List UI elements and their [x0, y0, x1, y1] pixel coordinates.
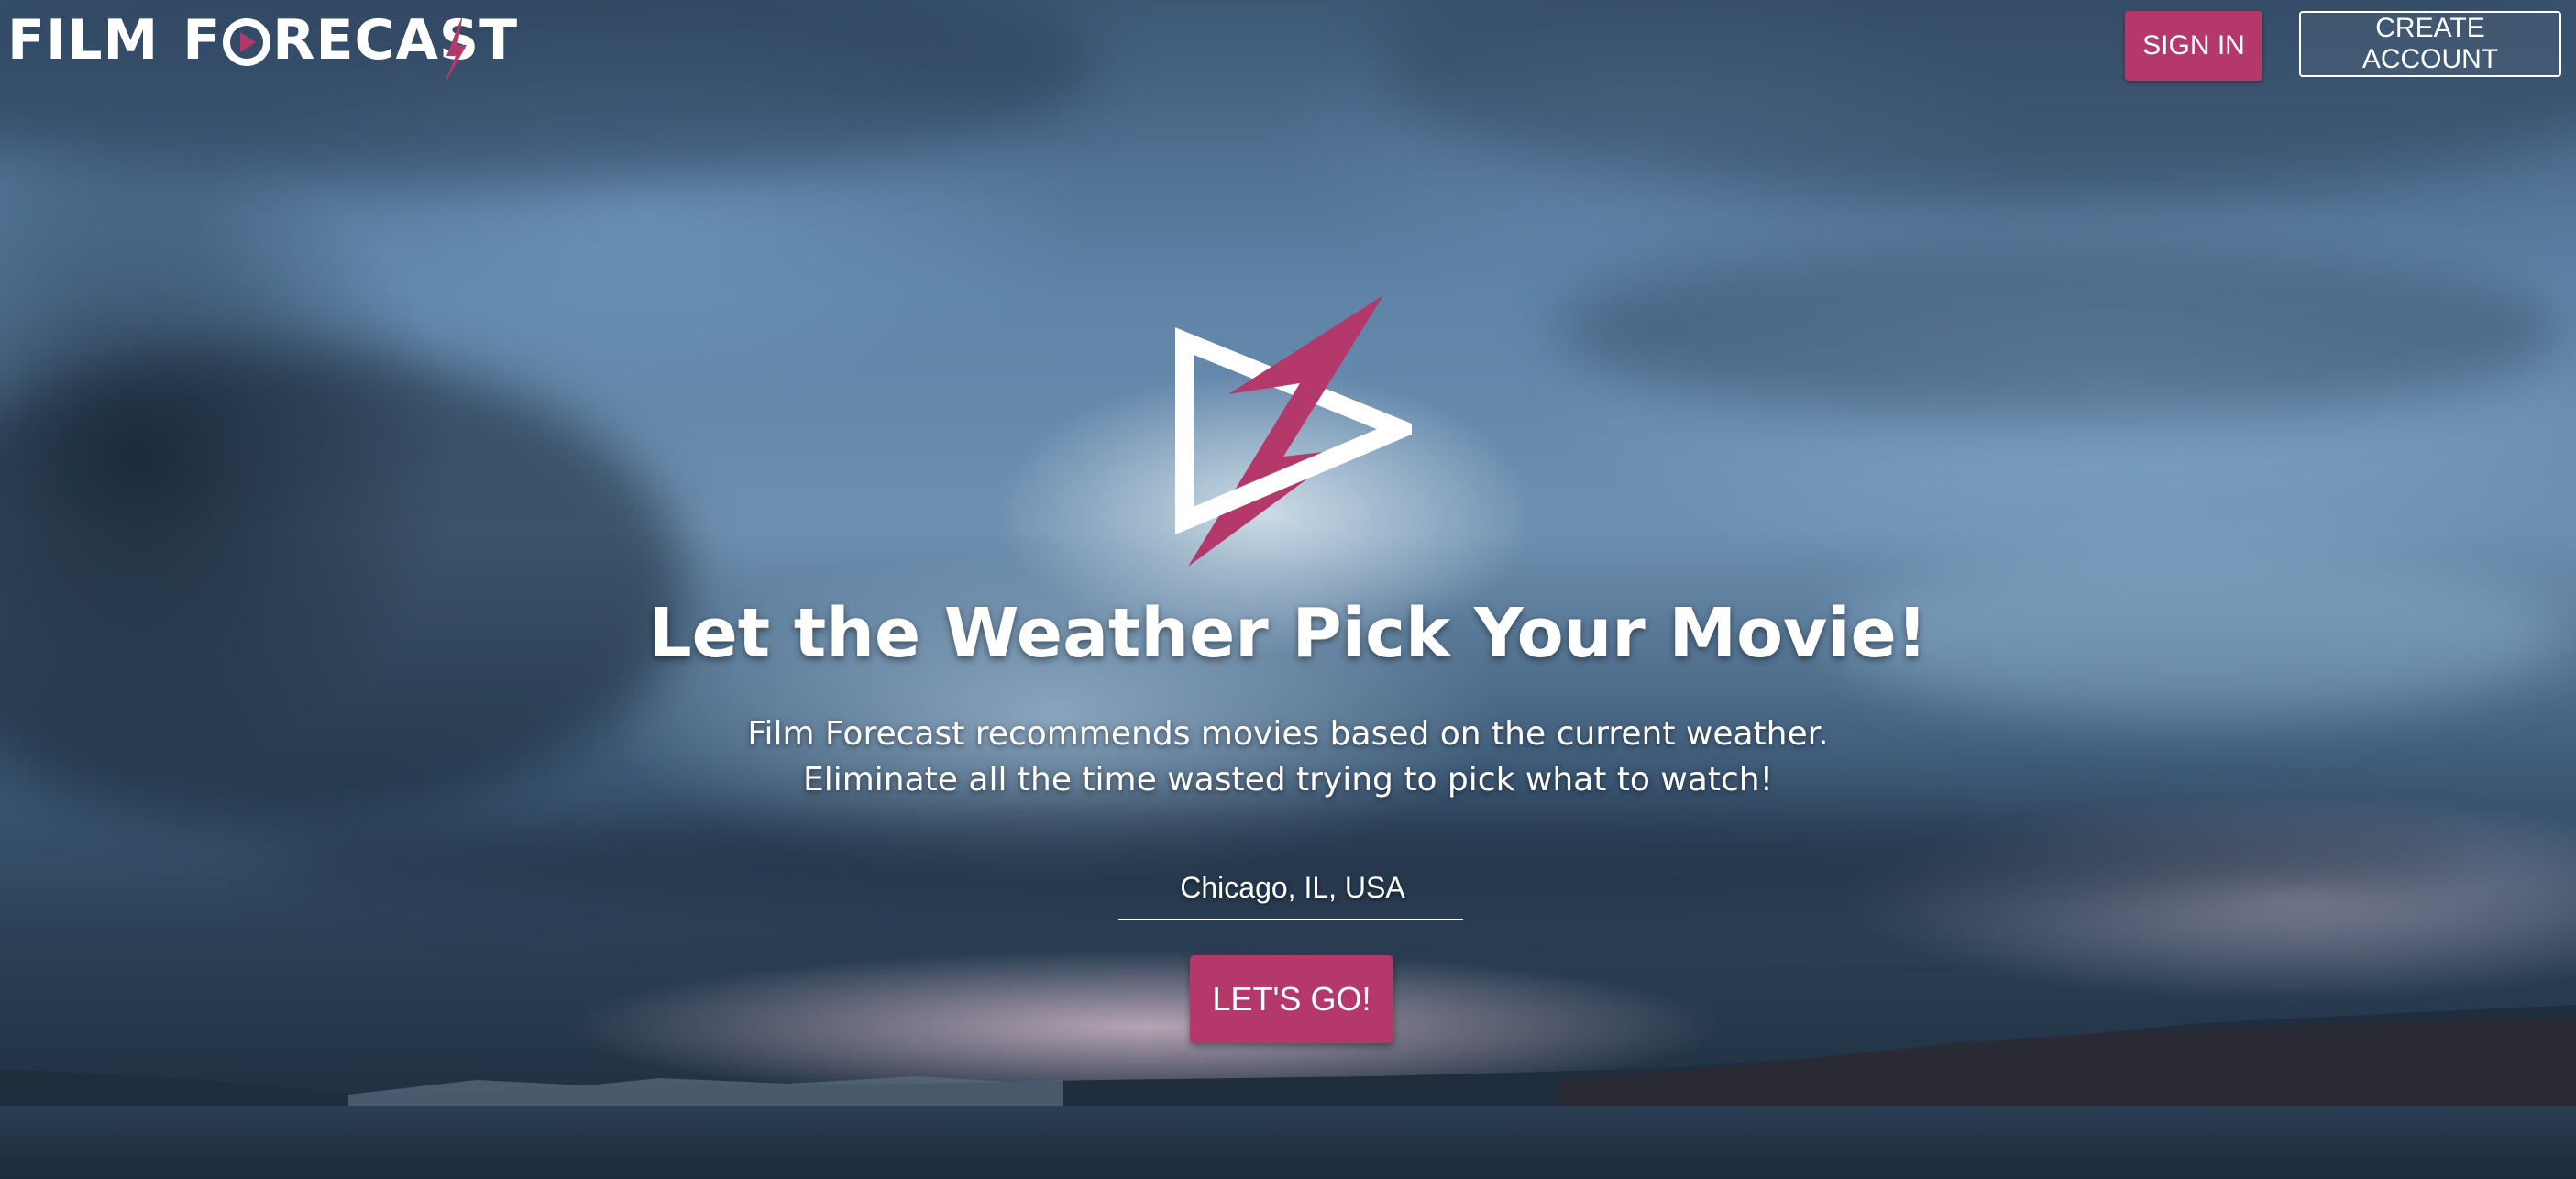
brand-word-film: FILM: [7, 8, 160, 72]
location-input[interactable]: [1118, 856, 1467, 919]
cloud-texture: [1558, 238, 2567, 422]
play-lightning-logo-icon: [1175, 295, 1412, 567]
lets-go-button[interactable]: LET'S GO!: [1190, 955, 1393, 1043]
hero-section: FILM F RECAST SIGN IN CREATE ACCOUNT Let…: [0, 0, 2576, 1179]
subtitle-line-2: Eliminate all the time wasted trying to …: [802, 761, 1773, 799]
hero-headline: Let the Weather Pick Your Movie!: [648, 594, 1928, 673]
bolt-accent-icon: [443, 14, 468, 87]
sign-in-button[interactable]: SIGN IN: [2125, 11, 2262, 81]
location-field: [1118, 856, 1467, 920]
play-bolt-icon: [221, 15, 272, 66]
water: [0, 1106, 2576, 1179]
brand-logo[interactable]: FILM F RECAST: [7, 4, 519, 87]
create-account-button[interactable]: CREATE ACCOUNT: [2299, 11, 2561, 77]
brand-word-f: F: [182, 8, 222, 72]
top-header: FILM F RECAST SIGN IN CREATE ACCOUNT: [0, 0, 2576, 87]
brand-word-recast-wrap: RECAST: [272, 8, 519, 87]
hero-subtitle: Film Forecast recommends movies based on…: [0, 711, 2576, 803]
brand-word-recast: RECAST: [272, 8, 519, 72]
subtitle-line-1: Film Forecast recommends movies based on…: [747, 715, 1829, 753]
header-nav: SIGN IN CREATE ACCOUNT: [2125, 11, 2561, 81]
